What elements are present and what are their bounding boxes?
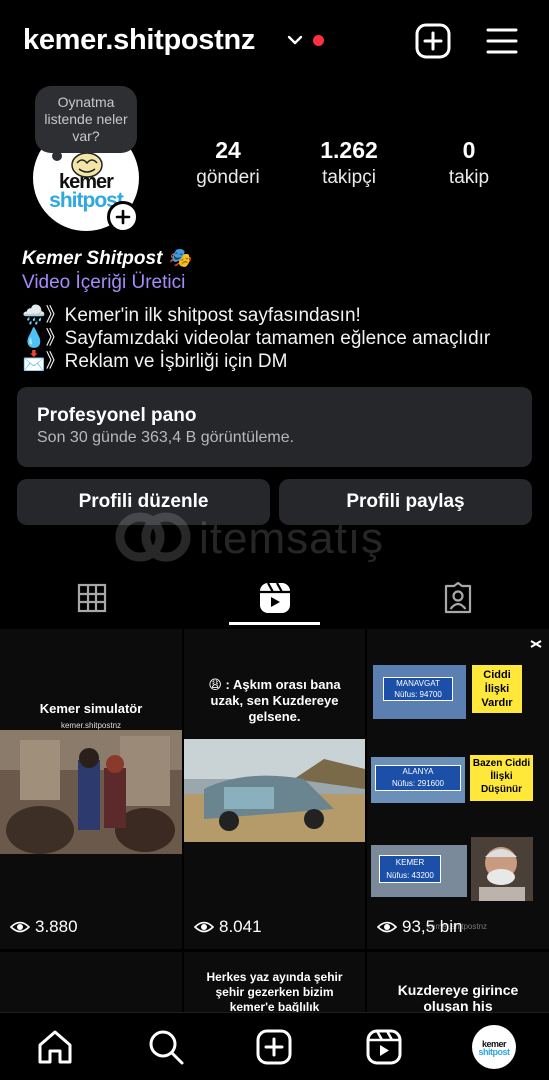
share-profile-button[interactable]: Profili paylaş xyxy=(279,479,532,525)
city-note: Bazen Ciddi İlişki Düşünür xyxy=(470,755,533,801)
search-icon[interactable] xyxy=(146,1027,186,1067)
reel-thumbnail[interactable]: 😩 : Aşkım orası bana uzak, sen Kuzdereye… xyxy=(184,629,365,949)
tab-reels[interactable] xyxy=(183,570,366,626)
grid-icon xyxy=(77,583,106,613)
profile-display-name: Kemer Shitpost 🎭 xyxy=(22,248,192,269)
reels-icon xyxy=(259,582,290,613)
reel-thumbnail[interactable]: Kuzdereye girince oluşan his xyxy=(367,952,549,1012)
profile-avatar[interactable]: kemer shitpost xyxy=(472,1025,516,1069)
active-tab-indicator xyxy=(229,622,320,625)
add-post-icon[interactable] xyxy=(414,22,452,60)
city-sign-population: Nüfus: 291600 xyxy=(391,779,445,788)
city-sign-panel: MANAVGAT Nüfus: 94700 xyxy=(373,665,466,719)
play-count-icon xyxy=(377,921,397,933)
add-story-button[interactable] xyxy=(107,201,139,233)
reel-thumbnail[interactable]: MANAVGAT Nüfus: 94700 Ciddi İlişki Vardı… xyxy=(367,629,549,949)
city-sign-name: ALANYA xyxy=(402,767,434,776)
view-count: 93,5 bin xyxy=(377,917,463,937)
view-count: 3.880 xyxy=(10,917,78,937)
stat-followers[interactable]: 1.262 takipçi xyxy=(294,136,404,192)
stat-value: 24 xyxy=(215,137,241,163)
bottom-navigation: kemer shitpost xyxy=(0,1012,549,1080)
man-photo xyxy=(471,837,533,901)
notification-dot xyxy=(313,35,324,46)
edit-profile-button[interactable]: Profili düzenle xyxy=(17,479,270,525)
reel-caption: Herkes yaz ayında şehir şehir gezerken b… xyxy=(206,970,343,1012)
profile-category[interactable]: Video İçeriği Üretici xyxy=(22,272,185,294)
plus-icon xyxy=(115,209,131,225)
account-username[interactable]: kemer.shitpostnz xyxy=(23,24,255,57)
city-sign-population: Nüfus: 43200 xyxy=(386,871,434,880)
reel-thumbnail[interactable]: Kemer simulatör kemer.shitpostnz 3.880 xyxy=(0,629,182,949)
reel-caption: Kemer simulatör xyxy=(39,701,143,716)
professional-dashboard[interactable]: Profesyonel pano Son 30 günde 363,4 B gö… xyxy=(17,387,532,467)
stat-value: 0 xyxy=(462,137,476,163)
logo-text-bottom: shitpost xyxy=(478,1047,511,1057)
menu-icon[interactable] xyxy=(484,24,520,58)
city-sign-population: Nüfus: 94700 xyxy=(394,690,442,699)
tab-tagged[interactable] xyxy=(366,570,549,626)
stat-label: takip xyxy=(448,167,490,188)
reel-thumbnail[interactable] xyxy=(0,952,182,1012)
reel-caption: Kuzdereye girince oluşan his xyxy=(397,982,519,1012)
stat-label: gönderi xyxy=(196,167,260,188)
reel-scene-image xyxy=(0,730,182,854)
play-count-icon xyxy=(194,921,214,933)
view-count-text: 93,5 bin xyxy=(402,917,463,936)
tab-grid[interactable] xyxy=(0,570,183,626)
stat-following[interactable]: 0 takip xyxy=(414,136,524,192)
home-icon[interactable] xyxy=(35,1027,75,1067)
view-count: 8.041 xyxy=(194,917,262,937)
city-sign-name: MANAVGAT xyxy=(396,679,440,688)
chevron-down-icon[interactable] xyxy=(285,30,305,50)
stat-value: 1.262 xyxy=(320,137,378,163)
reels-icon[interactable] xyxy=(364,1027,404,1067)
bio-line: 📩》Reklam ve İşbirliği için DM xyxy=(22,351,288,372)
tagged-icon xyxy=(444,582,471,614)
reel-caption: 😩 : Aşkım orası bana uzak, sen Kuzdereye… xyxy=(208,677,341,724)
city-sign-panel: ALANYA Nüfus: 291600 xyxy=(371,757,465,803)
create-icon[interactable] xyxy=(254,1027,294,1067)
play-count-icon xyxy=(10,921,30,933)
reel-scene-image xyxy=(184,739,365,842)
stat-label: takipçi xyxy=(322,167,376,188)
view-count-text: 8.041 xyxy=(219,917,262,936)
capcut-icon xyxy=(530,640,542,648)
top-bar: kemer.shitpostnz xyxy=(0,0,549,86)
dashboard-subtitle: Son 30 günde 363,4 B görüntüleme. xyxy=(37,429,295,446)
dashboard-title: Profesyonel pano xyxy=(37,405,197,426)
city-sign-name: KEMER xyxy=(395,858,425,867)
view-count-text: 3.880 xyxy=(35,917,78,936)
city-sign-panel: KEMER Nüfus: 43200 xyxy=(371,845,467,897)
reel-thumbnail[interactable]: Herkes yaz ayında şehir şehir gezerken b… xyxy=(184,952,365,1012)
city-note: Ciddi İlişki Vardır xyxy=(472,665,522,713)
stat-posts[interactable]: 24 gönderi xyxy=(173,136,283,192)
note-bubble[interactable]: Oynatma listende neler var? xyxy=(35,86,137,153)
